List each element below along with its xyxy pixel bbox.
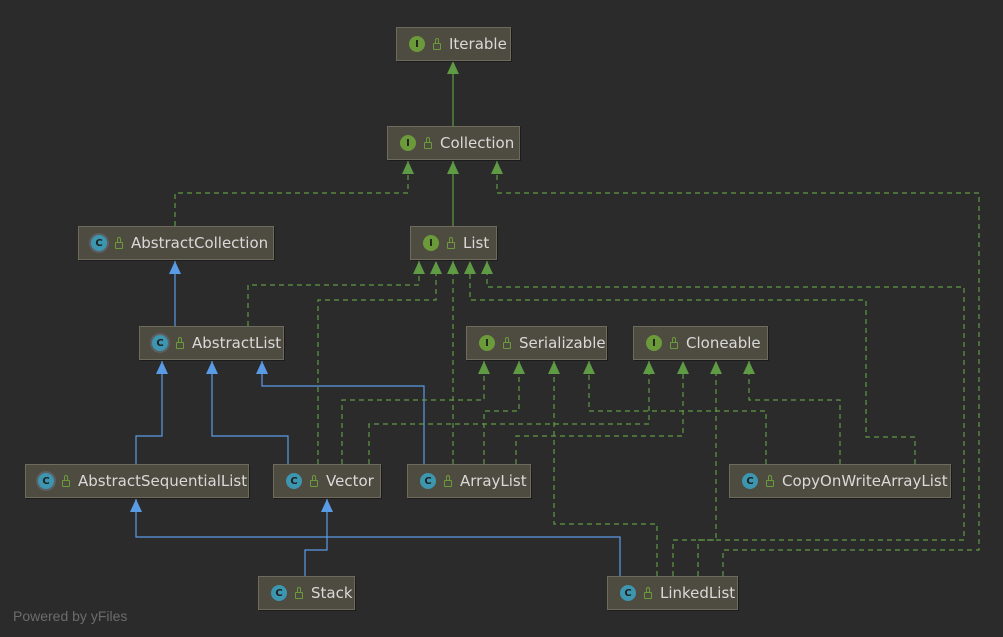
node-copy-on-write-array-list[interactable]: C CopyOnWriteArrayList: [729, 464, 951, 498]
node-stack[interactable]: C Stack: [258, 576, 355, 610]
lock-icon: [62, 474, 70, 487]
edge-array-list-implements-serializable: [483, 361, 525, 464]
edge-linked-list-implements-list: [481, 261, 965, 576]
edge-abstract-collection-implements-collection: [174, 161, 414, 226]
node-label: ArrayList: [460, 472, 527, 490]
lock-icon: [503, 336, 511, 349]
edge-linked-list-implements-collection: [491, 161, 980, 576]
lock-icon: [295, 586, 303, 599]
edge-abstract-sequential-list-extends-abstract-list: [135, 361, 168, 464]
interface-icon: I: [646, 335, 662, 351]
lock-icon: [310, 474, 318, 487]
edge-vector-extends-abstract-list: [206, 361, 289, 464]
abstract-class-icon: C: [152, 335, 168, 351]
node-list[interactable]: I List: [410, 226, 497, 260]
lock-icon: [670, 336, 678, 349]
abstract-class-icon: C: [91, 235, 107, 251]
node-label: List: [463, 234, 490, 252]
node-linked-list[interactable]: C LinkedList: [607, 576, 738, 610]
lock-icon: [176, 336, 184, 349]
node-label: LinkedList: [660, 584, 736, 602]
edge-vector-implements-list: [317, 261, 442, 464]
edge-copy-on-write-implements-serializable: [583, 361, 767, 464]
powered-by-footer: Powered by yFiles: [13, 608, 128, 624]
edge-copy-on-write-implements-cloneable: [743, 361, 841, 464]
lock-icon: [424, 136, 432, 149]
interface-icon: I: [409, 36, 425, 52]
edge-vector-implements-cloneable: [368, 361, 655, 464]
node-abstract-collection[interactable]: C AbstractCollection: [78, 226, 274, 260]
class-icon: C: [420, 473, 436, 489]
node-vector[interactable]: C Vector: [273, 464, 381, 498]
diagram-canvas: [130, 61, 980, 576]
node-label: Collection: [440, 134, 515, 152]
edge-array-list-implements-cloneable: [515, 361, 689, 464]
node-label: Iterable: [449, 35, 507, 53]
node-serializable[interactable]: I Serializable: [466, 326, 607, 360]
interface-icon: I: [479, 335, 495, 351]
node-iterable[interactable]: I Iterable: [396, 27, 511, 61]
lock-icon: [766, 474, 774, 487]
edge-linked-list-implements-serializable: [548, 361, 658, 576]
node-label: AbstractCollection: [131, 234, 269, 252]
lock-icon: [433, 37, 441, 50]
edge-linked-list-implements-cloneable: [672, 361, 722, 576]
lock-icon: [115, 236, 123, 249]
abstract-class-icon: C: [38, 473, 54, 489]
edge-vector-implements-serializable: [341, 361, 490, 464]
node-array-list[interactable]: C ArrayList: [407, 464, 531, 498]
node-label: CopyOnWriteArrayList: [782, 472, 948, 490]
lock-icon: [644, 586, 652, 599]
interface-icon: I: [423, 235, 439, 251]
node-label: AbstractSequentialList: [78, 472, 248, 490]
edge-abstract-list-implements-list: [247, 261, 425, 326]
node-cloneable[interactable]: I Cloneable: [633, 326, 768, 360]
lock-icon: [447, 236, 455, 249]
node-label: AbstractList: [192, 334, 282, 352]
class-icon: C: [742, 473, 758, 489]
node-abstract-sequential-list[interactable]: C AbstractSequentialList: [25, 464, 249, 498]
node-collection[interactable]: I Collection: [387, 126, 520, 160]
node-label: Serializable: [519, 334, 606, 352]
class-icon: C: [620, 585, 636, 601]
class-icon: C: [286, 473, 302, 489]
edge-linked-list-extends-abstract-sequential-list: [130, 499, 621, 576]
node-label: Stack: [311, 584, 353, 602]
lock-icon: [444, 474, 452, 487]
edge-copy-on-write-implements-list: [464, 261, 916, 464]
edge-array-list-extends-abstract-list: [256, 361, 425, 464]
node-abstract-list[interactable]: C AbstractList: [139, 326, 284, 360]
node-label: Cloneable: [686, 334, 761, 352]
node-label: Vector: [326, 472, 374, 490]
class-icon: C: [271, 585, 287, 601]
interface-icon: I: [400, 135, 416, 151]
